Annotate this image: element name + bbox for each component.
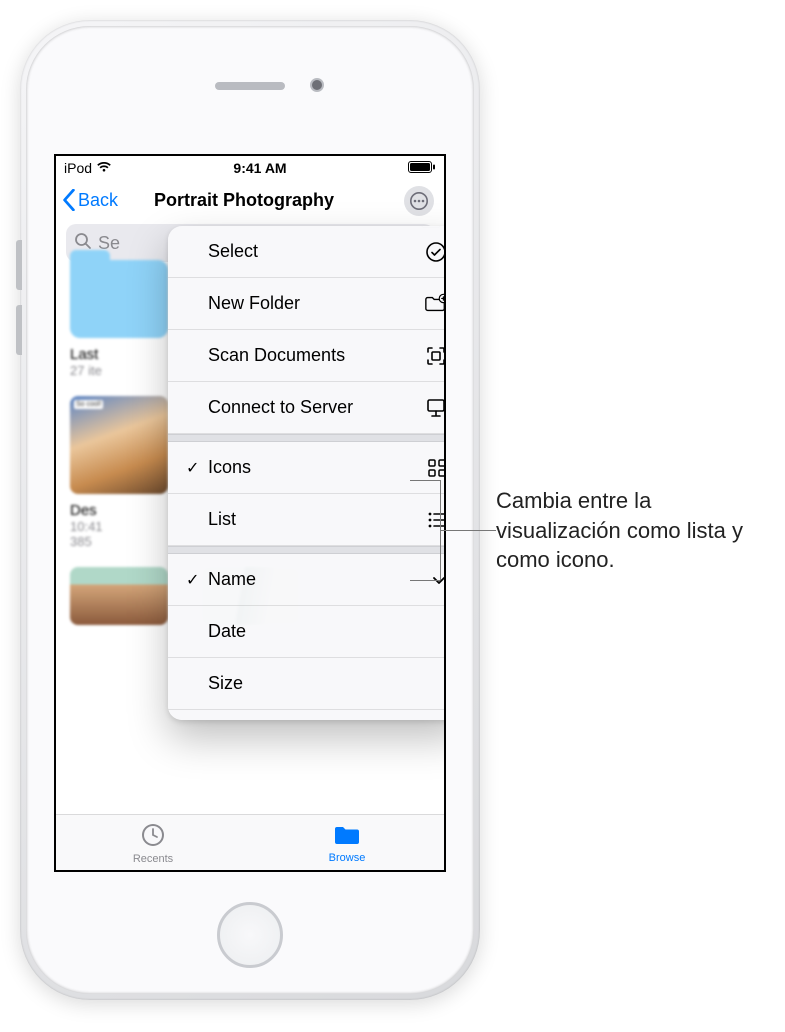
tab-recents[interactable]: Recents [56, 815, 250, 870]
select-circle-icon [424, 240, 446, 264]
battery-icon [408, 160, 436, 176]
callout-connector [410, 480, 440, 481]
menu-label: Scan Documents [208, 345, 424, 366]
menu-label: Connect to Server [208, 397, 424, 418]
folder-subtitle: 27 ite [70, 363, 175, 378]
menu-sort-date[interactable]: Date [168, 606, 446, 658]
tab-bar: Recents Browse [56, 814, 444, 870]
callout-text: Cambia entre la visualización como lista… [496, 486, 766, 575]
carrier-label: iPod [64, 160, 92, 176]
volume-down-button [16, 305, 22, 355]
device-bezel: iPod 9:41 AM Back Portrait [26, 26, 474, 994]
file-tile[interactable]: So cool! Des 10:41 385 [70, 396, 175, 549]
menu-label: Name [208, 569, 424, 590]
grid-icon [424, 457, 446, 479]
menu-new-folder[interactable]: New Folder [168, 278, 446, 330]
volume-up-button [16, 240, 22, 290]
server-icon [424, 396, 446, 420]
menu-label: List [208, 509, 424, 530]
callout-connector [410, 580, 440, 581]
screen: iPod 9:41 AM Back Portrait [54, 154, 446, 872]
back-button[interactable]: Back [62, 189, 118, 211]
menu-label: Icons [208, 457, 424, 478]
home-button[interactable] [217, 902, 283, 968]
menu-separator [168, 546, 446, 554]
tab-browse[interactable]: Browse [250, 815, 444, 870]
device-frame: iPod 9:41 AM Back Portrait [20, 20, 480, 1000]
menu-label: Date [208, 621, 424, 642]
menu-connect-server[interactable]: Connect to Server [168, 382, 446, 434]
tab-label: Recents [133, 853, 173, 865]
checkmark-icon: ✓ [186, 570, 208, 590]
menu-sort-name[interactable]: ✓ Name [168, 554, 446, 606]
menu-label: New Folder [208, 293, 424, 314]
nav-bar: Back Portrait Photography [56, 180, 444, 220]
file-name: Des [70, 502, 175, 519]
checkmark-icon: ✓ [186, 458, 208, 478]
callout-connector [440, 530, 496, 531]
context-menu: Select New Folder Scan Documents [168, 226, 446, 720]
menu-sort-size[interactable]: Size [168, 658, 446, 710]
new-folder-icon [424, 293, 446, 315]
file-time: 10:41 [70, 519, 175, 534]
front-camera [310, 78, 324, 92]
folder-icon [332, 822, 362, 851]
status-bar: iPod 9:41 AM [56, 156, 444, 180]
menu-view-icons[interactable]: ✓ Icons [168, 442, 446, 494]
page-title: Portrait Photography [154, 190, 334, 211]
menu-label: Select [208, 241, 424, 262]
folder-icon [70, 260, 168, 338]
back-label: Back [78, 190, 118, 211]
folder-tile[interactable]: Last 27 ite [70, 260, 175, 378]
menu-separator [168, 434, 446, 442]
tab-label: Browse [329, 852, 366, 864]
menu-select[interactable]: Select [168, 226, 446, 278]
folder-name: Last [70, 346, 175, 363]
speaker-grille [215, 82, 285, 90]
menu-overflow [168, 710, 446, 720]
more-button[interactable] [404, 186, 434, 216]
menu-scan-documents[interactable]: Scan Documents [168, 330, 446, 382]
list-icon [424, 509, 446, 531]
clock-label: 9:41 AM [233, 160, 286, 176]
clock-icon [139, 821, 167, 852]
menu-label: Size [208, 673, 424, 694]
menu-view-list[interactable]: List [168, 494, 446, 546]
image-thumbnail: So cool! [70, 396, 168, 494]
image-thumbnail[interactable] [70, 567, 168, 625]
file-size: 385 [70, 534, 175, 549]
wifi-icon [96, 160, 112, 176]
scan-icon [424, 344, 446, 368]
